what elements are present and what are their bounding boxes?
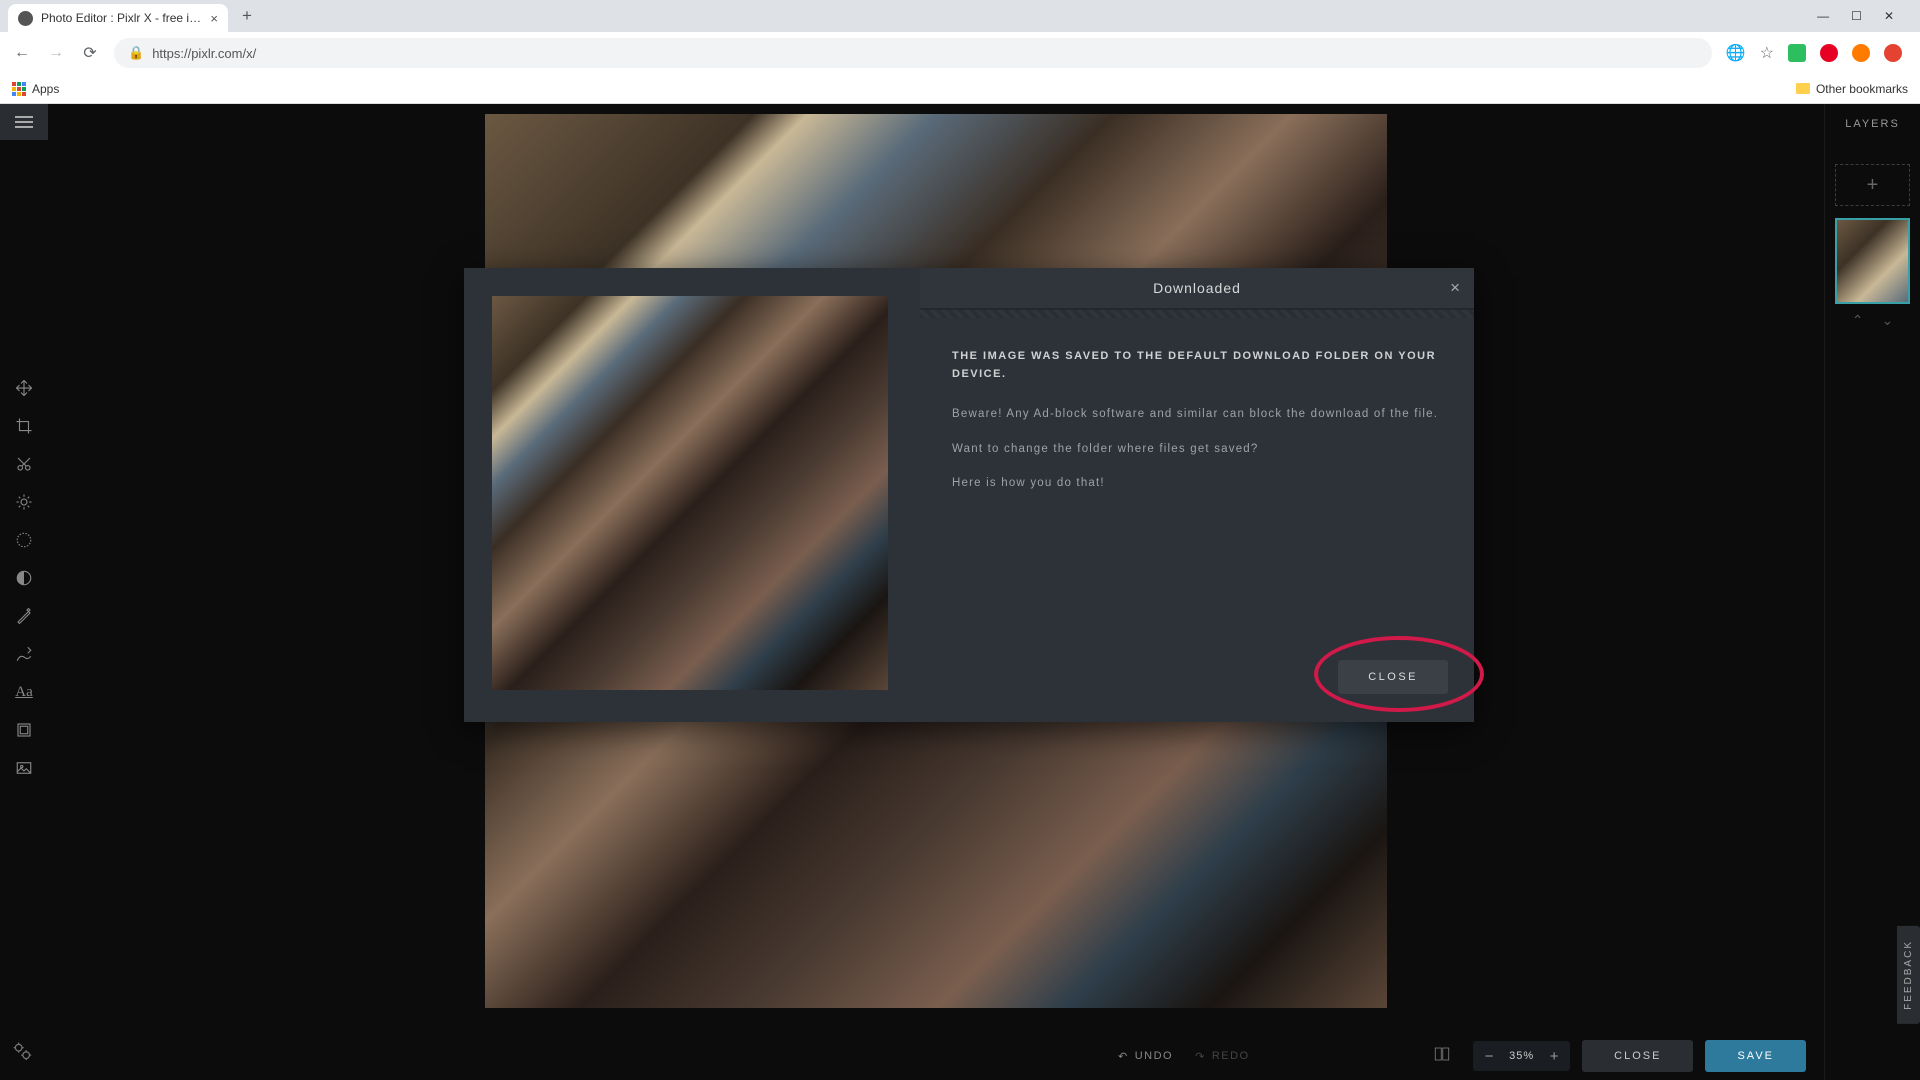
modal-title: Downloaded [1153,280,1241,296]
modal-question-text: Want to change the folder where files ge… [952,440,1442,458]
layer-down-button[interactable]: ⌄ [1882,312,1894,329]
pinterest-icon[interactable] [1820,44,1838,62]
other-bookmarks-label: Other bookmarks [1816,82,1908,96]
redo-icon: ↷ [1195,1050,1206,1063]
close-button[interactable]: CLOSE [1582,1040,1693,1072]
undo-label: UNDO [1135,1050,1173,1062]
window-minimize-button[interactable]: — [1817,9,1829,23]
zoom-out-button[interactable]: − [1473,1041,1505,1071]
element-tool[interactable] [10,716,38,744]
other-bookmarks[interactable]: Other bookmarks [1796,82,1908,96]
adjust-tool[interactable] [10,488,38,516]
layer-up-button[interactable]: ⌃ [1852,312,1864,329]
evernote-icon[interactable] [1788,44,1806,62]
image-tool[interactable] [10,754,38,782]
back-button[interactable]: ← [12,44,32,62]
extension-c-icon[interactable] [1852,44,1870,62]
compare-button[interactable] [1423,1039,1461,1074]
apps-grid-icon [12,82,26,96]
settings-button[interactable] [12,1041,32,1066]
add-layer-button[interactable]: + [1835,164,1910,206]
redo-button[interactable]: ↷ REDO [1195,1050,1250,1063]
modal-how-link[interactable]: Here is how you do that! [952,474,1442,492]
modal-content-pane: Downloaded × THE IMAGE WAS SAVED TO THE … [920,268,1474,722]
undo-button[interactable]: ↶ UNDO [1118,1050,1173,1063]
url-input[interactable]: 🔒 https://pixlr.com/x/ [114,38,1712,68]
undo-icon: ↶ [1118,1050,1129,1063]
tab-close-icon[interactable]: × [210,11,218,26]
draw-tool[interactable] [10,640,38,668]
zoom-value: 35% [1505,1050,1538,1062]
layer-order-controls: ⌃ ⌄ [1825,312,1920,329]
effect-tool[interactable] [10,526,38,554]
modal-warning-text: Beware! Any Ad-block software and simila… [952,405,1442,423]
text-tool[interactable]: Aa [10,678,38,706]
apps-bookmark[interactable]: Apps [12,82,59,96]
downloaded-modal: Downloaded × THE IMAGE WAS SAVED TO THE … [464,268,1474,722]
modal-stripe-decoration [920,310,1474,318]
extension-icons: 🌐 ☆ [1726,43,1908,63]
browser-tab[interactable]: Photo Editor : Pixlr X - free image × [8,4,228,32]
modal-preview-image [492,296,888,690]
translate-icon[interactable]: 🌐 [1726,43,1746,63]
retouch-tool[interactable] [10,602,38,630]
apps-label: Apps [32,82,59,96]
window-maximize-button[interactable]: ☐ [1851,9,1862,23]
star-icon[interactable]: ☆ [1760,43,1774,63]
feedback-tab[interactable]: FEEDBACK [1897,926,1920,1024]
arrange-tool[interactable] [10,374,38,402]
modal-close-x-button[interactable]: × [1450,278,1460,298]
zoom-in-button[interactable]: + [1538,1041,1570,1071]
tab-title: Photo Editor : Pixlr X - free image [41,11,202,25]
modal-body: THE IMAGE WAS SAVED TO THE DEFAULT DOWNL… [920,318,1474,660]
bottom-bar: ↶ UNDO ↷ REDO − 35% + CLOSE SAVE [48,1032,1824,1080]
bookmark-bar: Apps Other bookmarks [0,74,1920,104]
modal-footer: CLOSE [920,660,1474,722]
modal-close-button[interactable]: CLOSE [1338,660,1448,694]
save-button[interactable]: SAVE [1705,1040,1806,1072]
cutout-tool[interactable] [10,450,38,478]
folder-icon [1796,83,1810,94]
layer-thumbnail[interactable] [1835,218,1910,304]
zoom-control: − 35% + [1473,1041,1570,1071]
layers-header: LAYERS [1825,104,1920,140]
modal-heading: THE IMAGE WAS SAVED TO THE DEFAULT DOWNL… [952,348,1442,383]
forward-button[interactable]: → [46,44,66,62]
hamburger-icon [15,116,33,128]
history-controls: ↶ UNDO ↷ REDO [1118,1050,1250,1063]
crop-tool[interactable] [10,412,38,440]
lock-icon: 🔒 [128,45,144,61]
browser-chrome: Photo Editor : Pixlr X - free image × + … [0,0,1920,104]
main-menu-button[interactable] [0,104,48,140]
modal-header: Downloaded × [920,268,1474,310]
tab-bar: Photo Editor : Pixlr X - free image × + … [0,0,1920,32]
reload-button[interactable]: ⟳ [80,43,100,63]
extension-red-icon[interactable] [1884,44,1902,62]
new-tab-button[interactable]: + [242,6,252,26]
url-text: https://pixlr.com/x/ [152,46,256,61]
window-close-button[interactable]: ✕ [1884,9,1894,23]
liquify-tool[interactable] [10,564,38,592]
address-bar: ← → ⟳ 🔒 https://pixlr.com/x/ 🌐 ☆ [0,32,1920,74]
modal-preview-pane [464,268,920,722]
left-toolbar: Aa [0,104,48,1080]
window-controls: — ☐ ✕ [1817,9,1912,23]
tab-favicon-icon [18,11,33,26]
redo-label: REDO [1212,1050,1250,1062]
